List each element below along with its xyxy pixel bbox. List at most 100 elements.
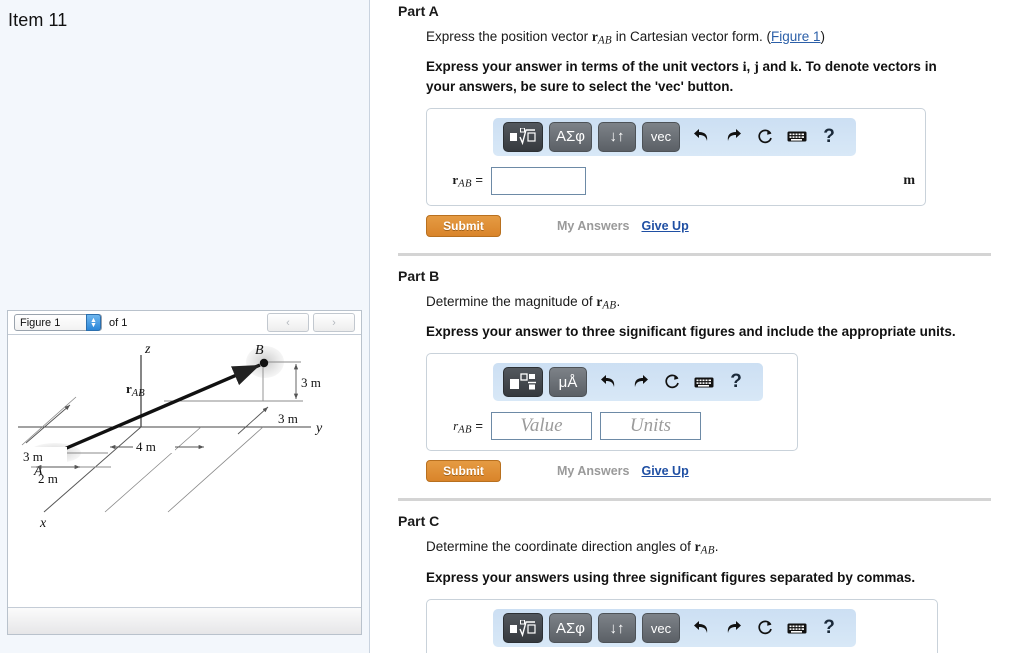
part-b-give-up-link[interactable]: Give Up [641, 464, 688, 478]
figure-1-link[interactable]: Figure 1 [771, 29, 821, 44]
keyboard-glyph [787, 131, 807, 142]
redo-icon[interactable] [625, 368, 655, 396]
redo-glyph [634, 374, 648, 387]
sqrt-glyph [510, 619, 536, 637]
svg-text:B: B [255, 343, 264, 358]
arrows-button[interactable]: ↓↑ [598, 121, 637, 152]
instr-sep-1: , [746, 59, 755, 75]
keyboard-icon[interactable] [782, 614, 812, 642]
keyboard-icon[interactable] [782, 123, 812, 151]
help-icon[interactable]: ? [814, 123, 844, 151]
svg-text:3 m: 3 m [23, 449, 43, 464]
svg-text:3 m: 3 m [278, 411, 298, 426]
figure-widget: Figure 1 ▲ ▼ of 1 ‹ › z y x A B rAB 3 m … [7, 310, 362, 635]
part-c-prompt-pre: Determine the coordinate direction angle… [426, 539, 695, 555]
part-a-label-eq: = [471, 172, 483, 188]
figure-prev-button[interactable]: ‹ [267, 313, 309, 332]
help-icon[interactable]: ? [721, 368, 751, 396]
part-b-toolbar: μÅ ? [493, 363, 763, 402]
part-b-c-divider [398, 498, 991, 502]
instr-sep-2: and [758, 59, 791, 75]
submit-label: Submit [443, 464, 484, 479]
reset-icon[interactable] [657, 368, 687, 396]
answer-template-icon[interactable] [503, 367, 543, 398]
part-c-instruction: Express your answers using three signifi… [426, 569, 916, 585]
figure-select-value: Figure 1 [20, 316, 61, 329]
part-c-prompt-sub: AB [700, 544, 715, 557]
part-b-prompt-post: . [616, 293, 621, 309]
svg-text:x: x [39, 516, 47, 531]
left-panel: Item 11 Figure 1 ▲ ▼ of 1 ‹ › z y x A B … [0, 0, 370, 653]
part-b-answer-box: μÅ ? rAB = Value Units [426, 353, 798, 452]
part-a-answer-input[interactable] [491, 166, 586, 195]
part-b-label-eq: = [471, 417, 483, 433]
sqrt-template-icon[interactable] [503, 613, 543, 644]
units-button[interactable]: μÅ [549, 367, 587, 398]
undo-icon[interactable] [686, 614, 716, 642]
part-a-my-answers-link[interactable]: My Answers [557, 219, 629, 233]
part-a-prompt-end: ) [820, 29, 826, 44]
vec-button[interactable]: vec [642, 121, 681, 152]
part-a-answer-box: ΑΣφ ↓↑ vec ? rAB = m [426, 107, 926, 206]
arrows-button[interactable]: ↓↑ [598, 613, 637, 644]
chevron-left-icon: ‹ [286, 316, 290, 329]
svg-text:3 m: 3 m [301, 375, 321, 390]
template-glyph [510, 373, 536, 390]
undo-icon[interactable] [593, 368, 623, 396]
value-placeholder: Value [520, 415, 563, 437]
updown-arrow-icon: ↓↑ [609, 128, 625, 146]
greek-symbols-button[interactable]: ΑΣφ [549, 613, 593, 644]
units-label: μÅ [558, 373, 578, 391]
greek-label: ΑΣφ [556, 128, 586, 146]
greek-symbols-button[interactable]: ΑΣφ [549, 121, 593, 152]
reset-glyph [757, 620, 772, 635]
part-c-prompt-post: . [714, 539, 719, 555]
part-b-section: Part B Determine the magnitude of rAB. E… [398, 265, 991, 483]
units-placeholder: Units [629, 415, 672, 437]
vec-button[interactable]: vec [642, 613, 681, 644]
svg-text:4 m: 4 m [136, 439, 156, 454]
part-b-label-sub: AB [458, 424, 472, 436]
svg-text:z: z [144, 342, 151, 357]
figure-select-stepper-icon[interactable]: ▲ ▼ [86, 314, 101, 331]
part-b-value-input[interactable]: Value [491, 412, 592, 441]
part-a-toolbar: ΑΣφ ↓↑ vec ? [493, 117, 857, 156]
part-c-answer-box: ΑΣφ ↓↑ vec ? [426, 599, 938, 653]
unit-vector-k: k [790, 59, 799, 76]
position-vector-diagram: z y x A B rAB 3 m 3 m 4 m 3 m 2 m [18, 342, 323, 531]
figure-widget-footer [8, 607, 361, 634]
undo-icon[interactable] [686, 123, 716, 151]
figure-nav: ‹ › [267, 313, 355, 332]
help-icon[interactable]: ? [814, 614, 844, 642]
svg-text:rAB: rAB [126, 381, 145, 399]
redo-icon[interactable] [718, 614, 748, 642]
chevron-right-icon: › [332, 316, 336, 329]
svg-text:y: y [314, 421, 323, 436]
keyboard-icon[interactable] [689, 368, 719, 396]
reset-icon[interactable] [750, 123, 780, 151]
part-a-give-up-link[interactable]: Give Up [641, 219, 688, 233]
part-b-prompt: Determine the magnitude of rAB. [426, 294, 991, 311]
undo-glyph [693, 620, 707, 633]
sqrt-template-icon[interactable] [503, 121, 543, 152]
part-b-my-answers-link[interactable]: My Answers [557, 464, 629, 478]
part-b-units-input[interactable]: Units [600, 412, 701, 441]
part-a-submit-button[interactable]: Submit [426, 214, 501, 237]
figure-next-button[interactable]: › [313, 313, 355, 332]
greek-label: ΑΣφ [556, 619, 586, 637]
help-label: ? [730, 371, 742, 393]
part-a-prompt-sub: AB [597, 34, 612, 47]
redo-icon[interactable] [718, 123, 748, 151]
updown-arrow-icon: ↓↑ [609, 619, 625, 637]
reset-icon[interactable] [750, 614, 780, 642]
reset-glyph [757, 129, 772, 143]
part-a-submit-row: Submit My Answers Give Up [426, 214, 991, 237]
page-root: Item 11 Figure 1 ▲ ▼ of 1 ‹ › z y x A B … [0, 0, 1013, 653]
part-a-b-divider [398, 252, 991, 256]
figure-select[interactable]: Figure 1 ▲ ▼ [14, 314, 102, 331]
part-c-section: Part C Determine the coordinate directio… [398, 510, 991, 653]
keyboard-glyph [787, 623, 807, 634]
part-c-toolbar: ΑΣφ ↓↑ vec ? [493, 609, 857, 648]
redo-glyph [727, 129, 741, 142]
part-b-submit-button[interactable]: Submit [426, 460, 501, 483]
